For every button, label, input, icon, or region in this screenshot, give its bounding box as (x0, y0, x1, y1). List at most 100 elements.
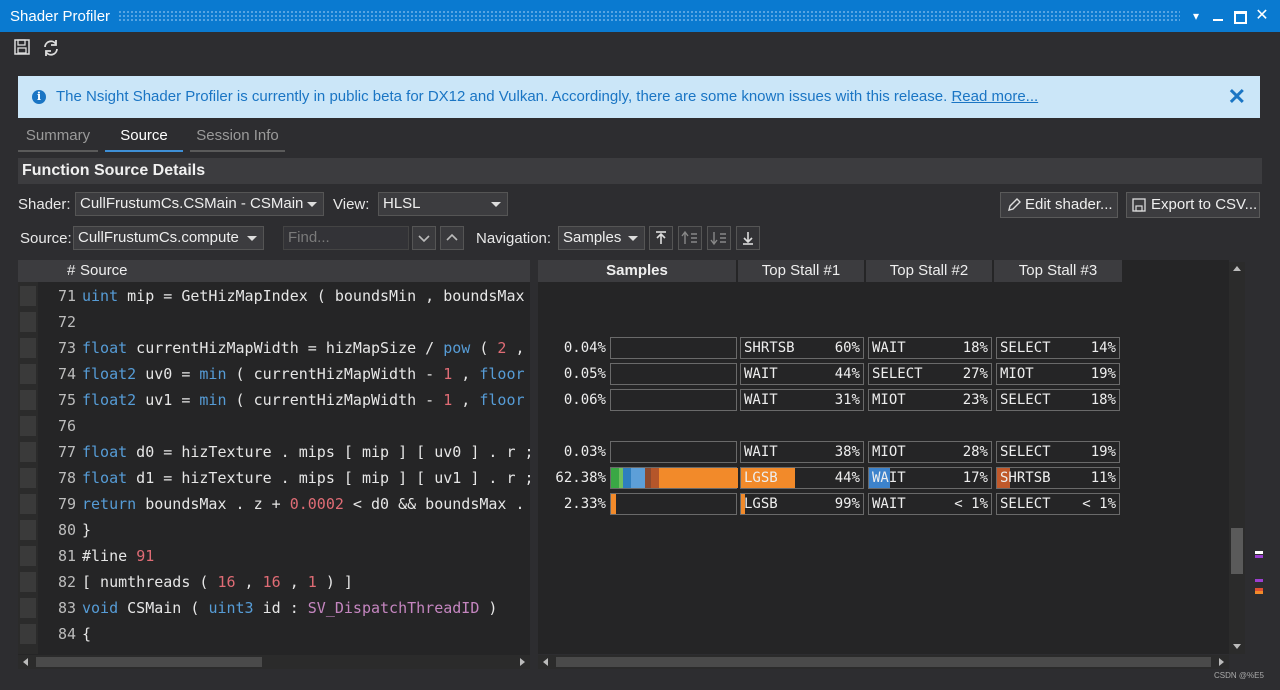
source-line[interactable]: 77 float d0 = hizTexture . mips [ mip ] [… (38, 439, 530, 465)
scroll-right-icon[interactable] (520, 658, 525, 666)
chevron-down-icon (247, 236, 257, 241)
scroll-right-icon[interactable] (1219, 658, 1224, 666)
gutter-cell[interactable] (20, 624, 36, 644)
source-line[interactable]: 75 float2 uv1 = min ( currentHizMapWidth … (38, 387, 530, 413)
source-line[interactable]: 79 return boundsMax . z + 0.0002 < d0 && … (38, 491, 530, 517)
scroll-up-icon[interactable] (1233, 266, 1241, 271)
nav-first-button[interactable] (649, 226, 673, 250)
tab-session-info[interactable]: Session Info (190, 124, 285, 152)
vertical-scrollbar[interactable] (1229, 262, 1245, 654)
source-line[interactable]: 84 { (38, 621, 530, 647)
samples-bar (610, 337, 737, 359)
gutter-cell[interactable] (20, 494, 36, 514)
scroll-left-icon[interactable] (23, 658, 28, 666)
close-window-icon[interactable]: ✕ (1253, 7, 1271, 25)
source-horizontal-scrollbar[interactable] (18, 655, 530, 669)
stall-percent: 60% (834, 340, 860, 356)
edit-shader-button[interactable]: Edit shader... (1000, 192, 1118, 218)
code-token: , (452, 391, 480, 409)
code-token: min (199, 391, 227, 409)
stall-cell: SELECT 14% (996, 337, 1120, 359)
gutter-cell[interactable] (20, 546, 36, 566)
nav-prev-button[interactable] (678, 226, 702, 250)
scroll-thumb[interactable] (36, 657, 262, 667)
export-csv-label: Export to CSV... (1151, 196, 1258, 213)
gutter-cell[interactable] (20, 364, 36, 384)
find-prev-button[interactable] (440, 226, 464, 250)
stall-cell: LGSB 99% (740, 493, 864, 515)
tab-summary[interactable]: Summary (18, 124, 98, 152)
shader-select[interactable]: CullFrustumCs.CSMain - CSMain (75, 192, 324, 216)
gutter-cell[interactable] (20, 442, 36, 462)
source-line[interactable]: 71 uint mip = GetHizMapIndex ( boundsMin … (38, 283, 530, 309)
stall-name: WAIT (872, 496, 906, 512)
code-token: id : (253, 599, 308, 617)
source-line[interactable]: 76 (38, 413, 530, 439)
top-stall-3-header[interactable]: Top Stall #3 (994, 260, 1122, 282)
gutter-cell[interactable] (20, 598, 36, 618)
gutter-cell[interactable] (20, 572, 36, 592)
scroll-thumb[interactable] (1231, 528, 1243, 574)
metrics-horizontal-scrollbar[interactable] (538, 655, 1229, 669)
nav-last-button[interactable] (736, 226, 760, 250)
stall-name: MIOT (872, 444, 906, 460)
gutter-cell[interactable] (20, 520, 36, 540)
panel-splitter[interactable] (530, 260, 538, 668)
close-icon[interactable]: ✕ (1228, 84, 1246, 110)
code-token: floor (479, 391, 525, 409)
stall-name: SELECT (1000, 340, 1051, 356)
navigation-select[interactable]: Samples (558, 226, 645, 250)
source-line[interactable]: 82 [ numthreads ( 16 , 16 , 1 ) ] (38, 569, 530, 595)
source-line[interactable]: 80} (38, 517, 530, 543)
gutter-cell[interactable] (20, 286, 36, 306)
code-token: , (452, 365, 480, 383)
top-stall-2-header[interactable]: Top Stall #2 (866, 260, 992, 282)
gutter-cell[interactable] (20, 390, 36, 410)
info-banner: i The Nsight Shader Profiler is currentl… (18, 76, 1260, 118)
tab-source[interactable]: Source (105, 124, 183, 152)
nav-next-button[interactable] (707, 226, 731, 250)
scroll-down-icon[interactable] (1233, 644, 1241, 649)
source-line[interactable]: 83 void CSMain ( uint3 id : SV_DispatchTh… (38, 595, 530, 621)
code-token: ( (470, 339, 498, 357)
stall-cell: SELECT 27% (868, 363, 992, 385)
source-line[interactable]: 72 (38, 309, 530, 335)
source-line[interactable]: 74 float2 uv0 = min ( currentHizMapWidth … (38, 361, 530, 387)
refresh-icon[interactable] (41, 38, 61, 58)
gutter-cell[interactable] (20, 338, 36, 358)
stall-cell: SHRTSB 11% (996, 467, 1120, 489)
navigation-select-value: Samples (563, 229, 622, 246)
samples-header[interactable]: Samples (538, 260, 736, 282)
view-select[interactable]: HLSL (378, 192, 508, 216)
source-line[interactable]: 78 float d1 = hizTexture . mips [ mip ] [… (38, 465, 530, 491)
save-icon[interactable] (13, 38, 33, 58)
read-more-link[interactable]: Read more... (951, 88, 1038, 105)
pencil-icon (1008, 198, 1021, 211)
scroll-thumb[interactable] (556, 657, 1211, 667)
samples-bar (610, 441, 737, 463)
source-select[interactable]: CullFrustumCs.compute (73, 226, 264, 250)
dropdown-icon[interactable]: ▾ (1187, 7, 1205, 25)
navigation-label: Navigation: (476, 230, 552, 247)
view-label: View: (333, 196, 370, 213)
chevron-down-icon (628, 236, 638, 241)
banner-message: The Nsight Shader Profiler is currently … (56, 88, 1038, 105)
find-next-button[interactable] (412, 226, 436, 250)
scroll-left-icon[interactable] (543, 658, 548, 666)
source-line[interactable]: 81 #line 91 (38, 543, 530, 569)
samples-percent: 0.03% (563, 444, 606, 460)
gutter-cell[interactable] (20, 468, 36, 488)
samples-bar-segment (611, 494, 616, 514)
top-stall-1-header[interactable]: Top Stall #1 (738, 260, 864, 282)
source-header-label[interactable]: Source (80, 260, 128, 282)
title-bar: Shader Profiler ▾ ✕ (0, 0, 1280, 32)
export-csv-button[interactable]: Export to CSV... (1126, 192, 1260, 218)
stall-cell: LGSB 44% (740, 467, 864, 489)
source-line[interactable]: 73 float currentHizMapWidth = hizMapSize … (38, 335, 530, 361)
find-input[interactable]: Find... (283, 226, 409, 250)
line-number: 84 (57, 625, 76, 643)
minimize-icon[interactable] (1209, 7, 1227, 25)
maximize-icon[interactable] (1231, 7, 1249, 25)
gutter-cell[interactable] (20, 312, 36, 332)
gutter-cell[interactable] (20, 416, 36, 436)
